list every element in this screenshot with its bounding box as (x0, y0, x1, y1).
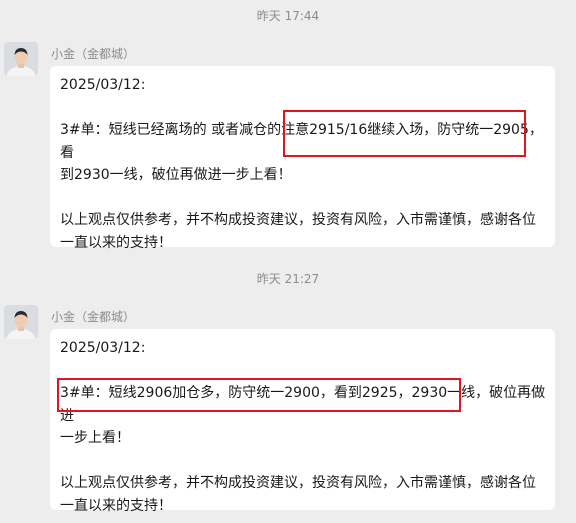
person-avatar-icon (4, 305, 38, 339)
sender-avatar[interactable] (4, 42, 38, 76)
sender-name: 小金（金都城） (51, 310, 136, 324)
message-date: 2025/03/12: (60, 340, 146, 356)
disclaimer-line: 以上观点仅供参考，并不构成投资建议，投资有风险，入市需谨慎，感谢各位 (60, 475, 536, 491)
disclaimer-line: 一直以来的支持！ (60, 497, 172, 514)
message-date: 2025/03/12: (60, 77, 146, 93)
person-avatar-icon (4, 42, 38, 76)
message-body-line: 3#单：短线2906加仓多，防守统一2900，看到2925，2930一线，破位再… (60, 385, 546, 424)
disclaimer-line: 一直以来的支持！ (60, 234, 172, 251)
message-timestamp: 昨天 21:27 (256, 272, 320, 286)
message-timestamp: 昨天 17:44 (256, 9, 320, 23)
disclaimer-line: 以上观点仅供参考，并不构成投资建议，投资有风险，入市需谨慎，感谢各位 (60, 212, 536, 228)
message-bubble[interactable]: 2025/03/12: 3#单：短线2906加仓多，防守统一2900，看到292… (50, 329, 555, 514)
sender-avatar[interactable] (4, 305, 38, 339)
message-bubble[interactable]: 2025/03/12: 3#单：短线已经离场的 或者减仓的注意2915/16继续… (50, 66, 555, 251)
sender-name: 小金（金都城） (51, 47, 136, 61)
message-body-line: 3#单：短线已经离场的 或者减仓的注意2915/16继续入场，防守统一2905，… (60, 122, 543, 161)
message-body-line: 一步上看！ (60, 430, 130, 446)
message-body-line: 到2930一线，破位再做进一步上看！ (60, 167, 292, 183)
